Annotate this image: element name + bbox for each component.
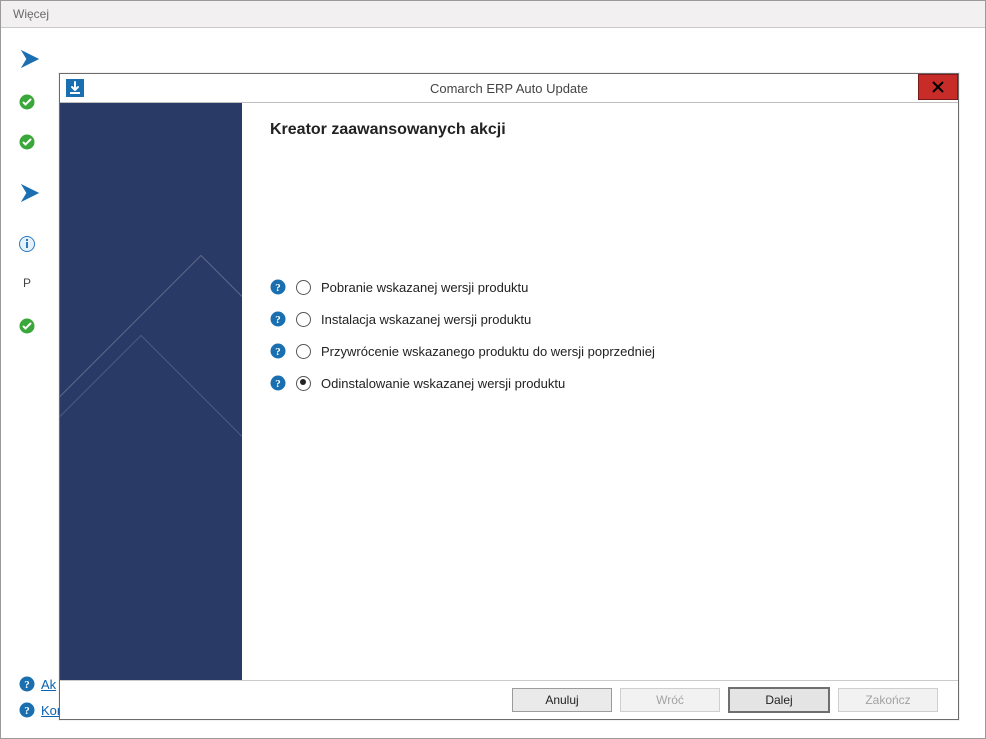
options-group: ? Pobranie wskazanej wersji produktu ? I… [270,279,938,391]
wizard-heading: Kreator zaawansowanych akcji [270,121,938,139]
close-icon [932,81,944,93]
svg-text:?: ? [275,282,281,294]
option-label: Pobranie wskazanej wersji produktu [321,280,528,295]
radio-option-rollback[interactable] [296,344,311,359]
outer-window: Więcej P [0,0,986,739]
info-icon [19,236,35,252]
back-button: Wróć [620,688,720,712]
finish-button: Zakończ [838,688,938,712]
question-icon: ? [19,676,35,692]
question-icon: ? [19,702,35,718]
svg-text:?: ? [24,705,30,717]
bg-icon-column: P [19,48,59,334]
question-icon[interactable]: ? [270,279,286,295]
button-bar: Anuluj Wróć Dalej Zakończ [60,680,958,719]
svg-text:?: ? [275,346,281,358]
option-row: ? Przywrócenie wskazanego produktu do we… [270,343,938,359]
option-row: ? Pobranie wskazanej wersji produktu [270,279,938,295]
option-row: ? Odinstalowanie wskazanej wersji produk… [270,375,938,391]
svg-text:?: ? [275,314,281,326]
option-row: ? Instalacja wskazanej wersji produktu [270,311,938,327]
check-icon [19,134,35,150]
svg-text:?: ? [24,679,30,691]
arrow-icon [19,182,41,204]
check-icon [19,318,35,334]
option-label: Odinstalowanie wskazanej wersji produktu [321,376,565,391]
background-area: P ? Ak ? Konfiguracja [1,28,985,738]
question-icon[interactable]: ? [270,375,286,391]
next-button[interactable]: Dalej [728,687,830,713]
wizard-dialog: Comarch ERP Auto Update Kreator zaawanso… [59,73,959,720]
content-area: Kreator zaawansowanych akcji ? Pobranie … [242,103,958,680]
bg-label-stub: P [23,276,59,290]
option-label: Instalacja wskazanej wersji produktu [321,312,531,327]
dialog-body: Kreator zaawansowanych akcji ? Pobranie … [60,103,958,680]
question-icon[interactable]: ? [270,343,286,359]
link-first-text: Ak [41,677,56,692]
radio-option-install[interactable] [296,312,311,327]
question-icon[interactable]: ? [270,311,286,327]
dialog-titlebar: Comarch ERP Auto Update [60,74,958,103]
svg-text:?: ? [275,378,281,390]
radio-option-download[interactable] [296,280,311,295]
radio-option-uninstall[interactable] [296,376,311,391]
check-icon [19,94,35,110]
outer-titlebar: Więcej [1,1,985,28]
close-button[interactable] [918,74,958,100]
side-banner [60,103,242,680]
option-label: Przywrócenie wskazanego produktu do wers… [321,344,655,359]
download-icon [66,79,84,97]
dialog-title: Comarch ERP Auto Update [60,81,958,96]
cancel-button[interactable]: Anuluj [512,688,612,712]
arrow-icon [19,48,41,70]
outer-title: Więcej [13,7,49,21]
